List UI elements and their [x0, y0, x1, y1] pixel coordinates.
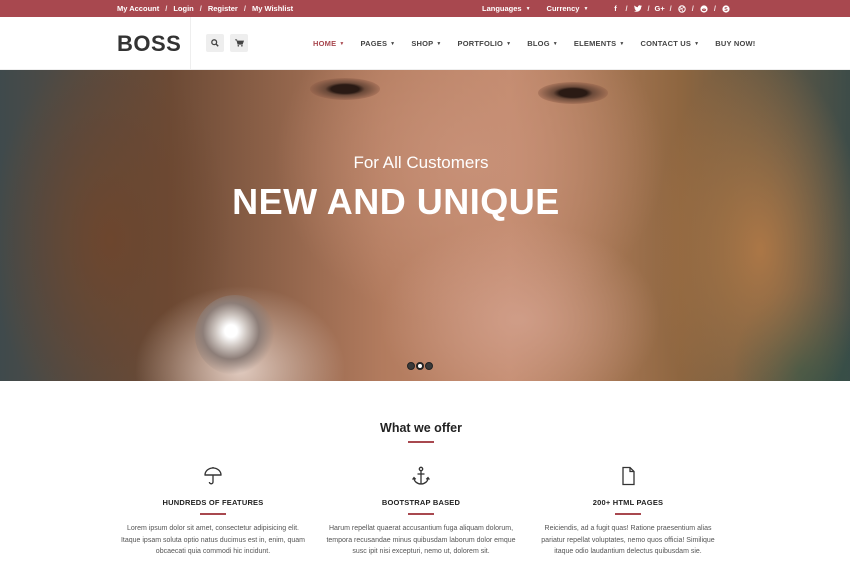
chevron-down-icon: ▼ [525, 5, 531, 12]
hero-image-detail [538, 82, 608, 104]
description-line: tempora recusandae minus quibusdam labor… [326, 536, 516, 544]
feature-heading: BOOTSTRAP BASED [381, 498, 461, 507]
feature-card: BOOTSTRAP BASED Harum repellat quaerat a… [321, 466, 521, 558]
hero-slider: For All Customers NEW AND UNIQUE [0, 70, 850, 381]
description-line: Reiciendis, ad a fugit quas! Ratione pra… [544, 525, 712, 532]
nav-shop[interactable]: SHOP ▼ [411, 39, 441, 48]
search-icon [211, 39, 219, 47]
feature-underline [200, 513, 226, 515]
document-icon [528, 466, 728, 486]
header-divider [190, 17, 191, 70]
slider-dot[interactable] [425, 362, 433, 370]
register-link[interactable]: Register [208, 4, 238, 13]
main-nav: HOME ▼ PAGES ▼ SHOP ▼ PORTFOLIO ▼ BLOG ▼ ELEM… [313, 39, 771, 48]
feature-heading: 200+ HTML PAGES [592, 498, 664, 507]
description-line: itaque odio laudantium delectus quibusda… [554, 548, 702, 555]
slider-dot-active[interactable] [416, 362, 424, 370]
feature-underline [408, 513, 434, 515]
search-button[interactable] [206, 34, 224, 52]
twitter-icon[interactable] [633, 4, 643, 13]
topbar-right: Languages ▼ Currency ▼ f / / G+ / / / S [482, 4, 731, 13]
separator: / [165, 4, 168, 13]
site-header: BOSS HOME ▼ PAGES ▼ SHOP ▼ PORTFOLIO ▼ BLOG ▼… [0, 17, 850, 70]
hero-image-detail [195, 295, 275, 375]
svg-text:S: S [724, 6, 728, 12]
nav-home[interactable]: HOME ▼ [313, 39, 344, 48]
facebook-icon[interactable]: f [610, 4, 620, 13]
chevron-down-icon: ▼ [619, 40, 625, 47]
my-account-link[interactable]: My Account [117, 4, 159, 13]
feature-card: 200+ HTML PAGES Reiciendis, ad a fugit q… [528, 466, 728, 558]
login-link[interactable]: Login [173, 4, 193, 13]
chevron-down-icon: ▼ [390, 40, 396, 47]
chevron-down-icon: ▼ [694, 40, 700, 47]
separator: / [199, 4, 202, 13]
separator: / [625, 4, 628, 13]
separator: / [713, 4, 716, 13]
nav-contact-us[interactable]: CONTACT US ▼ [640, 39, 699, 48]
languages-label: Languages [482, 4, 522, 13]
section-underline [408, 441, 434, 443]
site-logo[interactable]: BOSS [117, 31, 181, 57]
chevron-down-icon: ▼ [436, 40, 442, 47]
chevron-down-icon: ▼ [506, 40, 512, 47]
description-line: obcaecati quia commodi hic incidunt. [155, 548, 271, 555]
skype-icon[interactable]: S [721, 4, 731, 13]
nav-label: PAGES [360, 39, 388, 48]
feature-description: Lorem ipsum dolor sit amet, consectetur … [113, 523, 313, 558]
description-line: Itaque ipsam soluta optio natus ducimus … [120, 536, 306, 544]
my-wishlist-link[interactable]: My Wishlist [252, 4, 293, 13]
google-plus-icon[interactable]: G+ [655, 4, 665, 13]
nav-label: HOME [313, 39, 337, 48]
top-bar: My Account / Login / Register / My Wishl… [0, 0, 850, 17]
chevron-down-icon: ▼ [339, 40, 345, 47]
description-line: susc ipit nisi excepturi, nemo ut, dolor… [352, 548, 490, 555]
separator: / [669, 4, 672, 13]
hero-title: NEW AND UNIQUE [232, 181, 560, 222]
umbrella-icon [113, 466, 313, 486]
social-links: f / / G+ / / / S [610, 4, 730, 13]
feature-underline [615, 513, 641, 515]
currency-label: Currency [546, 4, 580, 13]
nav-label: CONTACT US [640, 39, 692, 48]
nav-label: PORTFOLIO [457, 39, 504, 48]
separator: / [243, 4, 246, 13]
description-line: Lorem ipsum dolor sit amet, consectetur … [127, 525, 299, 532]
slider-dot[interactable] [407, 362, 415, 370]
nav-label: SHOP [411, 39, 434, 48]
feature-description: Reiciendis, ad a fugit quas! Ratione pra… [528, 523, 728, 558]
nav-label: BLOG [527, 39, 550, 48]
chevron-down-icon: ▼ [583, 5, 589, 12]
feature-description: Harum repellat quaerat accusantium fuga … [321, 523, 521, 558]
languages-dropdown[interactable]: Languages ▼ [482, 4, 531, 13]
description-line: Harum repellat quaerat accusantium fuga … [328, 525, 514, 532]
hero-image-detail [310, 78, 380, 100]
dribbble-icon[interactable] [677, 4, 687, 13]
nav-pages[interactable]: PAGES ▼ [360, 39, 395, 48]
nav-buy-now[interactable]: BUY NOW! [715, 39, 755, 48]
cart-icon [234, 39, 244, 47]
anchor-icon [321, 466, 521, 486]
account-links: My Account / Login / Register / My Wishl… [117, 4, 293, 13]
nav-label: ELEMENTS [573, 39, 617, 48]
nav-label: BUY NOW! [715, 39, 756, 48]
nav-blog[interactable]: BLOG ▼ [527, 39, 558, 48]
nav-portfolio[interactable]: PORTFOLIO ▼ [458, 39, 512, 48]
nav-elements[interactable]: ELEMENTS ▼ [574, 39, 625, 48]
description-line: pariatur repellat voluptates, nemo quos … [541, 536, 715, 544]
currency-dropdown[interactable]: Currency ▼ [547, 4, 589, 13]
slider-dots [407, 362, 433, 370]
separator: / [691, 4, 694, 13]
chevron-down-icon: ▼ [552, 40, 558, 47]
reddit-icon[interactable] [699, 4, 709, 13]
cart-button[interactable] [230, 34, 248, 52]
section-title: What we offer [380, 421, 462, 435]
hero-subtitle: For All Customers [353, 153, 489, 172]
feature-card: HUNDREDS OF FEATURES Lorem ipsum dolor s… [113, 466, 313, 558]
feature-heading: HUNDREDS OF FEATURES [162, 498, 264, 507]
separator: / [647, 4, 650, 13]
